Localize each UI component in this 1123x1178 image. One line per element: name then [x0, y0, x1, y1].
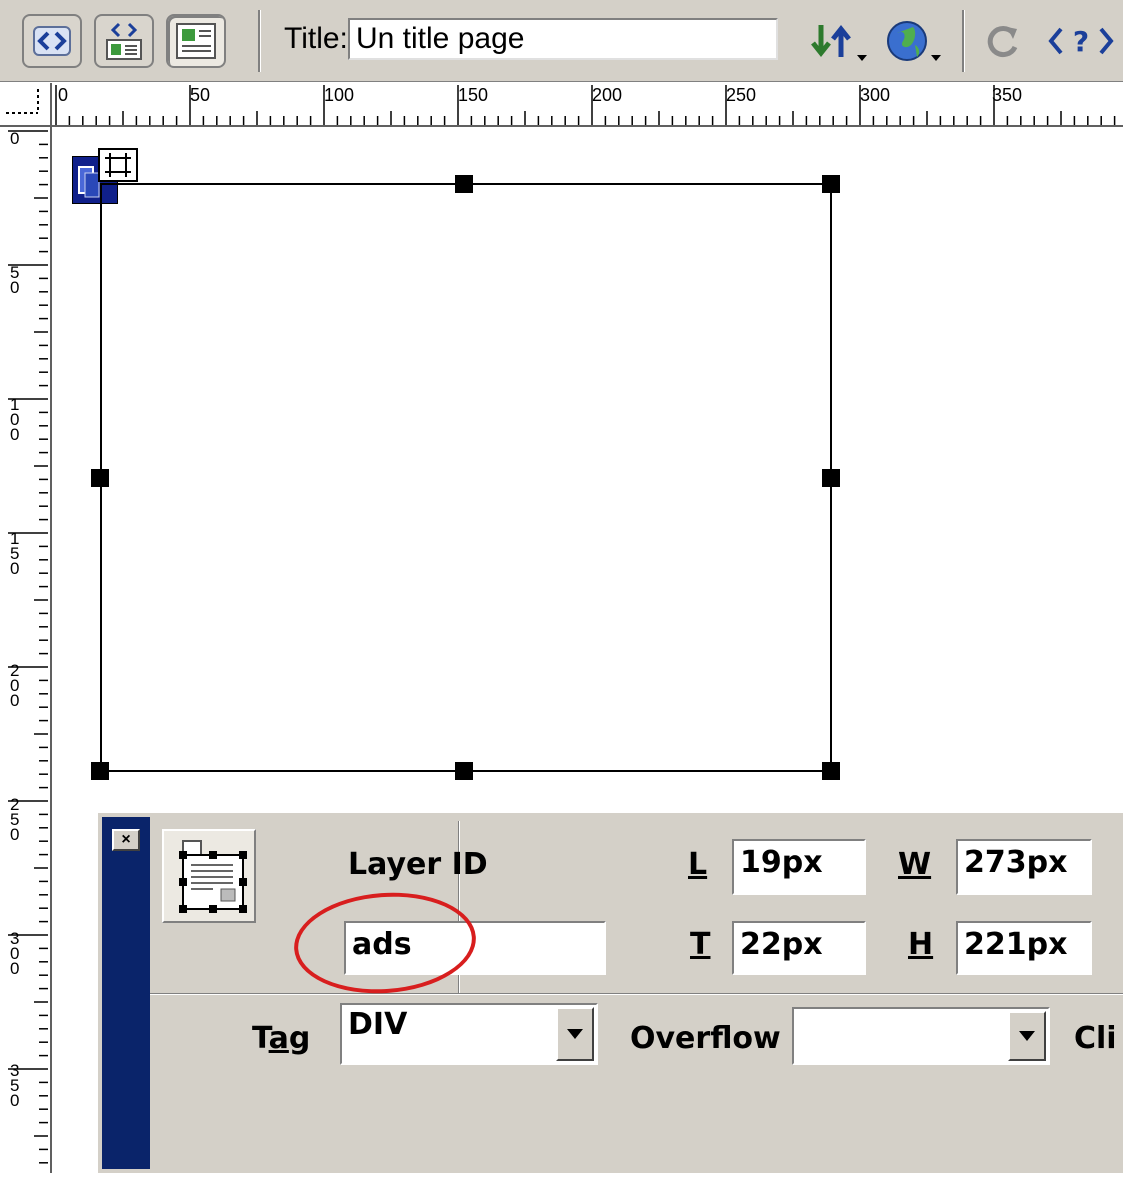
code-view-button[interactable]: [22, 14, 82, 68]
left-label: L: [688, 847, 708, 882]
code-view-icon: [33, 26, 71, 56]
overflow-label: Overflow: [630, 1021, 781, 1056]
design-view-icon: [176, 23, 216, 59]
vertical-ruler-ticks: [8, 130, 48, 1177]
ruler-label: 0: [10, 129, 20, 148]
tag-select-value: DIV: [348, 1007, 408, 1042]
ruler-label: 150: [10, 529, 20, 578]
resize-handle-left[interactable]: [91, 469, 109, 487]
ruler-label: 300: [10, 929, 20, 978]
ruler-label: 300: [860, 85, 891, 105]
tag-label-access-key: a: [268, 1021, 289, 1056]
layer-select-icon: [105, 153, 131, 177]
chevron-down-icon: [567, 1029, 583, 1039]
layer-selection-tab[interactable]: [98, 148, 138, 182]
tag-label: Tag: [252, 1021, 310, 1056]
refresh-icon: [987, 26, 1018, 58]
clip-label: Cli: [1074, 1021, 1117, 1056]
preview-in-browser-button[interactable]: [884, 18, 946, 64]
resize-handle-top-right[interactable]: [822, 175, 840, 193]
file-management-button[interactable]: [806, 18, 870, 64]
svg-text:?: ?: [1073, 25, 1089, 58]
split-view-icon: [106, 22, 142, 60]
layer-type-icon: [162, 829, 256, 923]
ruler-label: 250: [10, 795, 20, 844]
code-navigation-icon: ?: [1048, 25, 1114, 58]
split-view-button[interactable]: [94, 14, 154, 68]
left-position-input[interactable]: 19px: [732, 839, 866, 895]
code-navigation-button[interactable]: ?: [1046, 18, 1116, 64]
tag-label-part: g: [288, 1021, 311, 1056]
ruler-label: 200: [10, 661, 20, 710]
refresh-button[interactable]: [980, 18, 1026, 64]
resize-handle-bottom-left[interactable]: [91, 762, 109, 780]
horizontal-ruler-ticks: [55, 85, 1116, 125]
row-separator: [150, 993, 1123, 995]
toolbar-separator: [962, 10, 965, 72]
tag-select[interactable]: DIV: [340, 1003, 598, 1065]
resize-handle-top[interactable]: [455, 175, 473, 193]
ruler-origin[interactable]: [0, 83, 52, 127]
overflow-dropdown-button[interactable]: [1008, 1011, 1046, 1061]
layer-id-label: Layer ID: [348, 847, 488, 882]
preview-globe-icon: [887, 21, 941, 61]
ruler-label: 100: [10, 395, 20, 444]
title-label: Title:: [284, 22, 348, 55]
horizontal-ruler: 0 50 100 150 200 250 300 350: [52, 83, 1123, 127]
ruler-label: 200: [592, 85, 623, 105]
tag-dropdown-button[interactable]: [556, 1007, 594, 1061]
top-label: T: [690, 927, 711, 962]
ruler-label: 0: [58, 85, 69, 105]
width-input[interactable]: 273px: [956, 839, 1092, 895]
height-input[interactable]: 221px: [956, 921, 1092, 975]
resize-handle-right[interactable]: [822, 469, 840, 487]
resize-handle-bottom[interactable]: [455, 762, 473, 780]
height-label: H: [908, 927, 934, 962]
inspector-title-bar[interactable]: ×: [102, 817, 150, 1169]
file-management-icon: [811, 24, 867, 61]
vertical-ruler: 0 50 100 150 200 250 300 350: [0, 127, 52, 1177]
design-view-button[interactable]: [166, 14, 226, 68]
ruler-label: 150: [458, 85, 489, 105]
ruler-origin-icon: [6, 89, 39, 114]
chevron-down-icon: [1019, 1031, 1035, 1041]
property-inspector: × Layer ID ads L 19px W 273px T 22px H 2…: [96, 811, 1123, 1173]
document-toolbar: Title: ?: [0, 0, 1123, 82]
close-button[interactable]: ×: [112, 829, 140, 851]
width-label: W: [898, 847, 932, 882]
overflow-select[interactable]: [792, 1007, 1050, 1065]
ruler-label: 100: [324, 85, 355, 105]
toolbar-separator: [258, 10, 261, 72]
ruler-label: 250: [726, 85, 757, 105]
tag-label-part: T: [252, 1021, 269, 1056]
resize-handle-bottom-right[interactable]: [822, 762, 840, 780]
ruler-label: 350: [992, 85, 1023, 105]
page-title-input[interactable]: [348, 18, 778, 60]
layer-properties-icon: [179, 840, 247, 913]
selected-layer[interactable]: [100, 183, 832, 772]
ruler-label: 350: [10, 1061, 20, 1110]
ruler-label: 50: [190, 85, 211, 105]
top-position-input[interactable]: 22px: [732, 921, 866, 975]
ruler-label: 50: [10, 263, 20, 297]
